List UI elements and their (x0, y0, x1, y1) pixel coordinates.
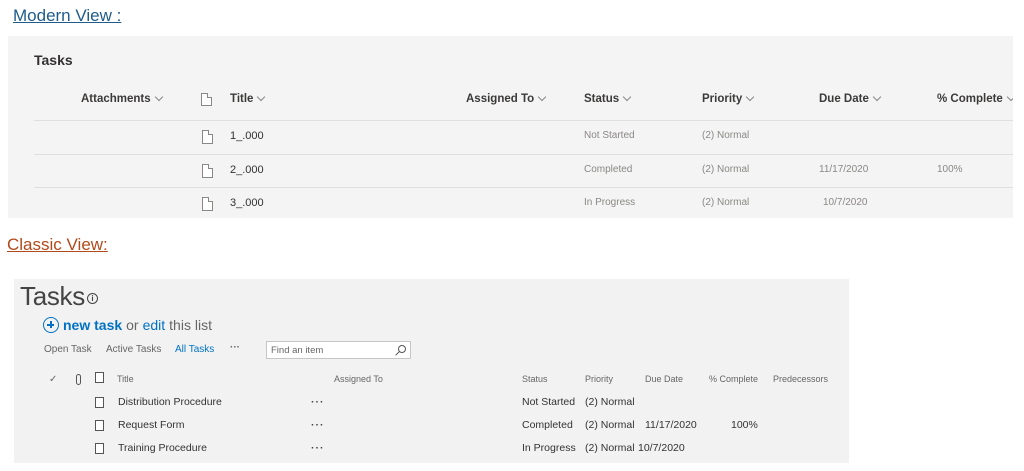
column-label: Title (230, 93, 254, 105)
column-header-row: ✓ Title Assigned To Status Priority Due … (14, 372, 849, 388)
row-status: Not Started (584, 130, 635, 141)
document-icon (95, 397, 104, 408)
item-menu-button[interactable]: ··· (311, 419, 325, 431)
new-task-link[interactable]: new task (63, 317, 122, 333)
modern-view-panel: Tasks Attachments Title Assigned To Stat… (8, 36, 1013, 218)
document-icon (202, 164, 213, 178)
column-header-attachments[interactable]: Attachments (81, 92, 163, 105)
row-percent-complete: 100% (731, 419, 758, 431)
column-label: % Complete (937, 93, 1003, 105)
row-status: In Progress (584, 197, 636, 208)
row-due-date: 10/7/2020 (823, 197, 868, 208)
table-row[interactable]: 3_.000 In Progress (2) Normal 10/7/2020 (34, 187, 1013, 218)
row-title[interactable]: 2_.000 (230, 164, 264, 176)
table-row[interactable]: 2_.000 Completed (2) Normal 11/17/2020 1… (34, 154, 1013, 187)
row-status: Not Started (522, 396, 576, 408)
chevron-down-icon (537, 92, 547, 102)
column-header-priority[interactable]: Priority (702, 92, 755, 105)
column-header-percent-complete[interactable]: % Complete (937, 92, 1013, 105)
document-icon (202, 197, 213, 211)
row-due-date: 11/17/2020 (819, 164, 869, 175)
search-box[interactable]: Find an item (266, 341, 411, 359)
table-row[interactable]: 1_.000 Not Started (2) Normal (34, 120, 1013, 153)
edit-list-link[interactable]: edit (143, 317, 166, 333)
classic-view-panel: Tasks i new task or edit this list Open … (14, 279, 849, 463)
this-list-text: this list (169, 317, 212, 333)
paperclip-icon (76, 374, 81, 385)
column-header-due-date[interactable]: Due Date (819, 92, 882, 105)
column-header-assigned-to[interactable]: Assigned To (466, 92, 547, 105)
column-header-status[interactable]: Status (522, 374, 548, 384)
select-all-checkmark-icon[interactable]: ✓ (49, 374, 57, 385)
row-due-date: 10/7/2020 (638, 442, 685, 454)
item-menu-button[interactable]: ··· (311, 442, 325, 454)
list-title: Tasks (20, 281, 85, 311)
row-due-date: 11/17/2020 (645, 419, 697, 431)
column-header-row: Attachments Title Assigned To Status Pri… (34, 92, 1013, 121)
list-title: Tasks (34, 52, 73, 68)
column-label: Assigned To (466, 93, 535, 105)
row-status: In Progress (522, 442, 576, 454)
more-views-button[interactable]: ··· (230, 342, 240, 353)
search-icon[interactable] (398, 345, 406, 353)
chevron-down-icon (872, 92, 882, 102)
column-label: Priority (702, 93, 743, 105)
file-type-header[interactable] (201, 93, 212, 106)
row-title[interactable]: 1_.000 (230, 130, 264, 142)
row-priority: (2) Normal (702, 164, 750, 175)
row-priority: (2) Normal (585, 442, 635, 454)
view-active-tasks[interactable]: Active Tasks (106, 344, 161, 355)
table-row[interactable]: Distribution Procedure ··· Not Started (… (14, 396, 849, 418)
item-menu-button[interactable]: ··· (311, 396, 325, 408)
document-icon (202, 130, 213, 144)
row-percent-complete: 100% (937, 164, 963, 175)
chevron-down-icon (1006, 92, 1013, 102)
info-icon[interactable]: i (87, 293, 98, 304)
plus-circle-icon[interactable] (43, 317, 59, 333)
row-priority: (2) Normal (702, 130, 750, 141)
classic-view-heading: Classic View: (7, 235, 108, 254)
column-header-status[interactable]: Status (584, 92, 632, 105)
row-priority: (2) Normal (585, 396, 635, 408)
document-icon (201, 93, 212, 106)
document-icon (95, 443, 104, 454)
row-title[interactable]: 3_.000 (230, 197, 264, 209)
chevron-down-icon (746, 92, 755, 102)
column-header-assigned-to[interactable]: Assigned To (334, 374, 383, 384)
column-header-title[interactable]: Title (230, 92, 266, 105)
new-task-bar: new task or edit this list (43, 317, 212, 333)
document-icon (95, 420, 104, 431)
row-status: Completed (584, 164, 633, 175)
column-header-title[interactable]: Title (117, 374, 134, 384)
column-label: Due Date (819, 93, 869, 105)
column-label: Status (584, 93, 620, 105)
modern-view-heading: Modern View : (13, 6, 122, 25)
row-title[interactable]: Distribution Procedure (118, 396, 222, 408)
chevron-down-icon (257, 92, 266, 102)
search-placeholder[interactable]: Find an item (271, 345, 323, 356)
row-priority: (2) Normal (585, 419, 635, 431)
row-status: Completed (522, 419, 573, 431)
row-title[interactable]: Request Form (118, 419, 185, 431)
column-header-predecessors[interactable]: Predecessors (773, 374, 828, 384)
row-title[interactable]: Training Procedure (118, 442, 207, 454)
column-label: Attachments (81, 93, 151, 105)
table-row[interactable]: Request Form ··· Completed (2) Normal 11… (14, 419, 849, 441)
column-header-due-date[interactable]: Due Date (645, 374, 683, 384)
column-header-priority[interactable]: Priority (585, 374, 613, 384)
or-text: or (126, 317, 139, 333)
table-row[interactable]: Training Procedure ··· In Progress (2) N… (14, 442, 849, 463)
view-open-task[interactable]: Open Task (44, 344, 92, 355)
column-header-percent-complete[interactable]: % Complete (709, 374, 758, 384)
view-all-tasks[interactable]: All Tasks (175, 344, 214, 355)
row-priority: (2) Normal (702, 197, 750, 208)
document-icon (95, 372, 104, 383)
chevron-down-icon (622, 92, 632, 102)
chevron-down-icon (154, 92, 163, 102)
